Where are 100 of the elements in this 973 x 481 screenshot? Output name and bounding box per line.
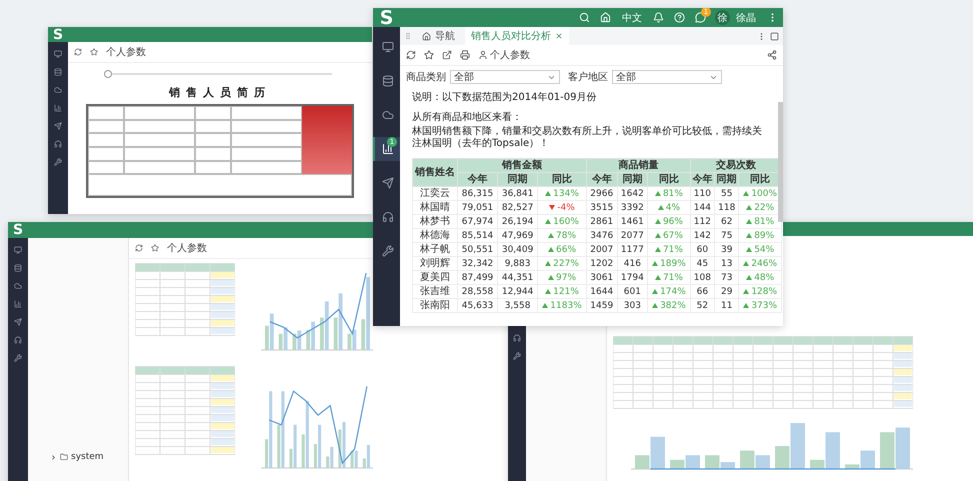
tab[interactable]: 销售人员对比分析 bbox=[465, 27, 569, 45]
table-cell: 45 bbox=[690, 256, 715, 270]
user-avatar[interactable]: 徐 bbox=[715, 10, 730, 25]
headset-icon[interactable] bbox=[14, 336, 22, 344]
table-cell: 3392 bbox=[617, 200, 648, 214]
headset-icon[interactable] bbox=[54, 140, 62, 148]
table-cell: 刘明辉 bbox=[412, 256, 458, 270]
table-cell: 97% bbox=[538, 270, 586, 284]
cloud-icon[interactable] bbox=[54, 86, 62, 94]
table-cell: 林子帆 bbox=[412, 242, 458, 256]
cloud-icon bbox=[382, 109, 394, 121]
refresh-icon[interactable] bbox=[406, 50, 416, 60]
personal-params-button[interactable]: 个人参数 bbox=[106, 45, 146, 59]
note-text: 说明：以下数据范围为2014年01-09月份 bbox=[412, 92, 598, 104]
send-icon[interactable] bbox=[14, 318, 22, 326]
language-label: 中文 bbox=[621, 12, 643, 24]
table-cell: 81% bbox=[648, 186, 690, 200]
personal-params-button[interactable]: 个人参数 bbox=[167, 241, 207, 255]
table-cell: 3061 bbox=[586, 270, 618, 284]
up-triangle-icon bbox=[545, 190, 552, 196]
grip-icon[interactable] bbox=[404, 32, 412, 40]
table-cell bbox=[230, 106, 302, 120]
column-header: 销售姓名 bbox=[412, 158, 458, 186]
up-triangle-icon bbox=[746, 274, 752, 280]
tree-item[interactable]: system bbox=[28, 452, 128, 462]
close-icon[interactable] bbox=[555, 32, 563, 40]
database-icon[interactable] bbox=[14, 264, 22, 272]
chart-bar bbox=[880, 432, 894, 469]
monitor-icon[interactable] bbox=[14, 246, 22, 254]
table-cell: 416 bbox=[617, 256, 648, 270]
bar-chart-icon[interactable] bbox=[14, 300, 22, 308]
search-icon[interactable] bbox=[579, 12, 590, 23]
table-cell bbox=[195, 120, 231, 134]
bell-icon[interactable] bbox=[653, 12, 664, 23]
database-icon[interactable] bbox=[54, 68, 62, 76]
star-icon[interactable] bbox=[424, 50, 434, 60]
star-icon[interactable] bbox=[90, 48, 98, 56]
cloud-icon[interactable] bbox=[14, 282, 22, 290]
note-text: 林国明销售额下降，销量和交易次数有所上升，说明客单价可比较低，需持续关注林国明（去年的Topsale）！ bbox=[412, 126, 763, 150]
chat-icon[interactable] bbox=[695, 12, 706, 23]
table-cell bbox=[195, 160, 231, 174]
help-icon[interactable] bbox=[674, 12, 685, 23]
share-icon[interactable] bbox=[767, 50, 777, 60]
bar-chart-icon[interactable] bbox=[54, 104, 62, 112]
table-cell: 12,944 bbox=[498, 284, 538, 298]
table-cell: 3476 bbox=[586, 228, 618, 242]
table-cell: 林梦书 bbox=[412, 214, 458, 228]
table-cell bbox=[124, 133, 196, 147]
monitor-icon[interactable] bbox=[54, 50, 62, 58]
refresh-icon[interactable] bbox=[74, 48, 82, 56]
table-cell: 13 bbox=[714, 256, 739, 270]
send-icon[interactable] bbox=[54, 122, 62, 130]
slider-thumb[interactable] bbox=[104, 70, 112, 78]
filter-select[interactable]: 全部 bbox=[612, 70, 722, 84]
column-group-header: 商品销量 bbox=[586, 158, 690, 172]
up-triangle-icon bbox=[654, 190, 661, 196]
table-cell: 26,194 bbox=[498, 214, 538, 228]
column-header: 同比 bbox=[648, 172, 690, 186]
table-cell bbox=[88, 106, 124, 120]
star-icon[interactable] bbox=[151, 244, 159, 252]
table-cell: 1177 bbox=[617, 242, 648, 256]
table-cell bbox=[124, 106, 196, 120]
filter-select[interactable]: 全部 bbox=[450, 70, 560, 84]
tools-icon[interactable] bbox=[14, 354, 22, 362]
refresh-icon[interactable] bbox=[135, 244, 143, 252]
table-cell: 67,974 bbox=[458, 214, 498, 228]
column-header: 同比 bbox=[538, 172, 586, 186]
table-cell: 1644 bbox=[586, 284, 618, 298]
table-cell: 夏美四 bbox=[412, 270, 458, 284]
table-cell bbox=[88, 146, 124, 161]
table-cell: 75 bbox=[714, 228, 739, 242]
table-cell: 1459 bbox=[586, 298, 618, 312]
user-name[interactable]: 徐晶 bbox=[730, 10, 762, 24]
tools-icon[interactable] bbox=[513, 352, 521, 360]
table-cell: 1461 bbox=[617, 214, 648, 228]
table-cell: 110 bbox=[690, 186, 715, 200]
table-cell: 55 bbox=[714, 186, 739, 200]
personal-params-button[interactable]: 个人参数 bbox=[478, 48, 530, 62]
table-cell: 189% bbox=[648, 256, 690, 270]
headset-icon[interactable] bbox=[513, 334, 521, 342]
table-cell: 121% bbox=[538, 284, 586, 298]
table-cell bbox=[230, 160, 302, 174]
table-cell: 118 bbox=[714, 200, 739, 214]
up-triangle-icon bbox=[548, 274, 554, 280]
table-cell: 2861 bbox=[586, 214, 618, 228]
export-icon[interactable] bbox=[442, 50, 452, 60]
maximize-icon[interactable] bbox=[770, 32, 779, 40]
tools-icon[interactable] bbox=[54, 158, 62, 166]
filter-label: 商品类别 bbox=[406, 70, 446, 84]
table-cell: 36,841 bbox=[498, 186, 538, 200]
home-icon[interactable] bbox=[600, 12, 611, 23]
tab[interactable]: 导航 bbox=[416, 27, 461, 45]
table-cell: 2007 bbox=[586, 242, 618, 256]
table-cell: 45,633 bbox=[458, 298, 498, 312]
scrollbar[interactable] bbox=[778, 102, 783, 222]
table-cell: 66% bbox=[538, 242, 586, 256]
print-icon[interactable] bbox=[460, 50, 470, 60]
table-cell bbox=[195, 133, 231, 147]
table-cell: 134% bbox=[538, 186, 586, 200]
table-cell: 108 bbox=[690, 270, 715, 284]
